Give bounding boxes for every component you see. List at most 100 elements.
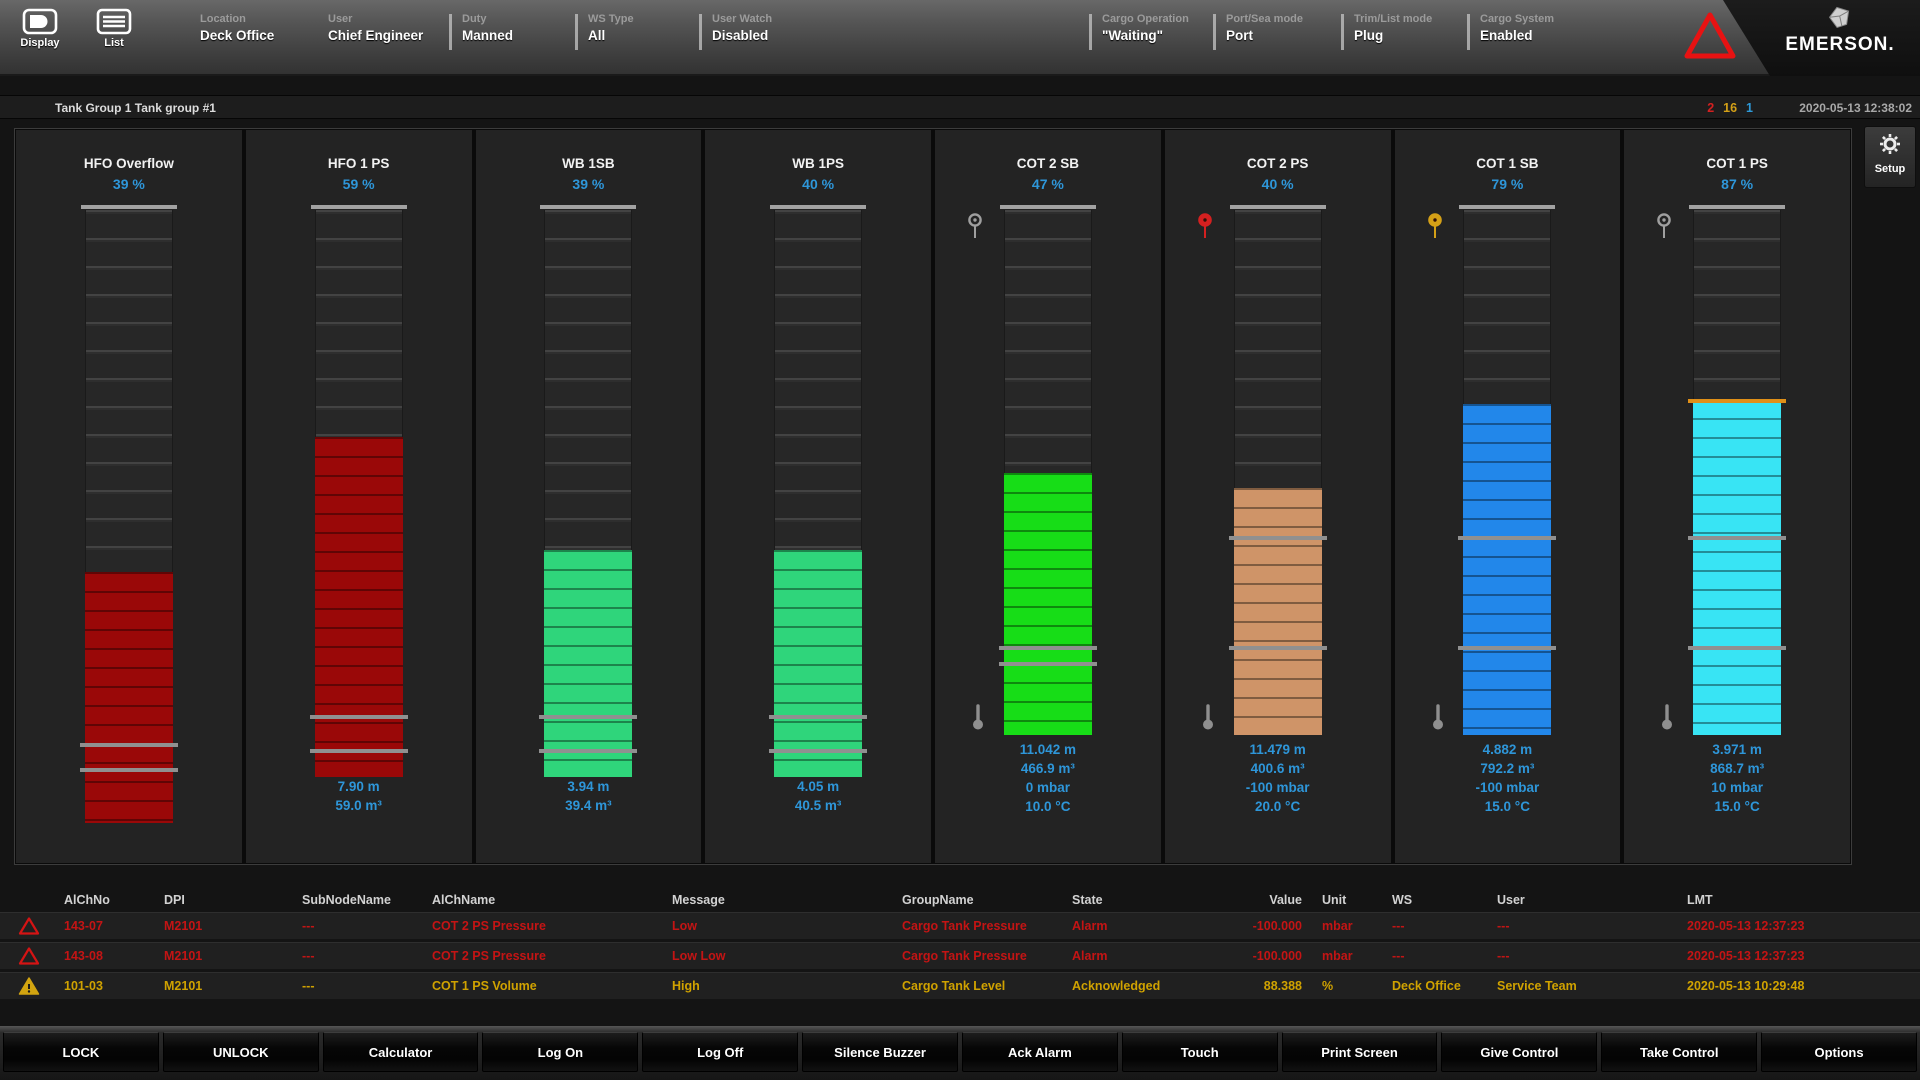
alarm-triangle-icon[interactable]: [1682, 10, 1738, 62]
list-button[interactable]: List: [86, 8, 142, 49]
value-pressure: -100 mbar: [1395, 778, 1621, 797]
value-volume: 59.0 m³: [246, 796, 472, 815]
gauge-track: [1004, 210, 1092, 735]
thermometer-icon: [1431, 703, 1445, 731]
tank-panel-wb-1sb[interactable]: WB 1SB 39 % 3.94 m 39.4 m³: [476, 130, 702, 863]
tank-percent: 87 %: [1624, 176, 1850, 192]
limit-marker: [80, 743, 178, 747]
top-bar: Display List Location Deck Office User C…: [0, 0, 1920, 76]
gauge-track: [85, 210, 173, 823]
limit-marker: [310, 715, 408, 719]
tank-values: 4.882 m 792.2 m³ -100 mbar 15.0 °C: [1395, 740, 1621, 816]
gauge-cap: [770, 205, 866, 209]
emerson-diamond-icon: [1824, 3, 1856, 32]
options-button[interactable]: Options: [1761, 1032, 1917, 1072]
limit-marker: [1229, 646, 1327, 650]
tank-percent: 47 %: [935, 176, 1161, 192]
field-ws-type: WS Type All: [588, 13, 634, 43]
display-button-label: Display: [12, 37, 68, 49]
gauge-cap: [1459, 205, 1555, 209]
tank-panel-wb-1ps[interactable]: WB 1PS 40 % 4.05 m 40.5 m³: [705, 130, 931, 863]
tank-area: HFO Overflow 39 % HFO 1 PS 59 % 7.90 m 5…: [14, 128, 1852, 865]
col-alchno: AlChNo: [58, 893, 158, 907]
field-trim-list-mode: Trim/List mode Plug: [1354, 13, 1432, 43]
limit-marker: [1458, 646, 1556, 650]
col-value: Value: [1221, 893, 1316, 907]
gauge-track: [1693, 210, 1781, 735]
value-volume: 40.5 m³: [705, 796, 931, 815]
alarm-count-acknowledged: 16: [1723, 101, 1737, 115]
lock-button[interactable]: LOCK: [3, 1032, 159, 1072]
list-icon: [86, 8, 142, 35]
gauge-fill: [1693, 399, 1781, 735]
gauge-track: [1234, 210, 1322, 735]
limit-marker: [769, 715, 867, 719]
field-port-sea-mode: Port/Sea mode Port: [1226, 13, 1303, 43]
value-pressure: 10 mbar: [1624, 778, 1850, 797]
touch-button[interactable]: Touch: [1122, 1032, 1278, 1072]
field-location: Location Deck Office: [200, 13, 274, 43]
value-pressure: 0 mbar: [935, 778, 1161, 797]
thermometer-icon: [1201, 703, 1215, 731]
tank-percent: 59 %: [246, 176, 472, 192]
gauge-fill: [85, 572, 173, 823]
tank-name: COT 2 SB: [935, 156, 1161, 171]
alarm-row[interactable]: 143-08 M2101 --- COT 2 PS Pressure Low L…: [0, 942, 1920, 969]
limit-marker: [539, 749, 637, 753]
tank-name: COT 1 PS: [1624, 156, 1850, 171]
list-button-label: List: [86, 37, 142, 49]
tank-name: HFO Overflow: [16, 156, 242, 171]
value-temperature: 15.0 °C: [1395, 797, 1621, 816]
col-message: Message: [666, 893, 896, 907]
gauge-track: [1463, 210, 1551, 735]
gauge-cap: [1689, 205, 1785, 209]
unlock-button[interactable]: UNLOCK: [163, 1032, 319, 1072]
gauge-cap: [1230, 205, 1326, 209]
calculator-button[interactable]: Calculator: [323, 1032, 479, 1072]
give-control-button[interactable]: Give Control: [1441, 1032, 1597, 1072]
col-alchname: AlChName: [426, 893, 666, 907]
limit-marker: [1229, 536, 1327, 540]
value-pressure: -100 mbar: [1165, 778, 1391, 797]
system-datetime: 2020-05-13 12:38:02: [1799, 101, 1912, 115]
tank-percent: 79 %: [1395, 176, 1621, 192]
emerson-logo: EMERSON.: [1774, 6, 1906, 56]
print-screen-button[interactable]: Print Screen: [1282, 1032, 1438, 1072]
tank-panel-cot-1-ps[interactable]: COT 1 PS 87 % 3.971 m 868.7 m³ 10 mbar 1…: [1624, 130, 1850, 863]
alarm-row[interactable]: 143-07 M2101 --- COT 2 PS Pressure Low C…: [0, 912, 1920, 939]
tank-values: 3.94 m 39.4 m³: [476, 777, 702, 815]
field-user: User Chief Engineer: [328, 13, 423, 43]
limit-marker: [1688, 646, 1786, 650]
alarm-counters[interactable]: 2161: [1698, 101, 1753, 115]
col-groupname: GroupName: [896, 893, 1066, 907]
col-user: User: [1491, 893, 1681, 907]
limit-marker: [310, 749, 408, 753]
value-level: 7.90 m: [246, 777, 472, 796]
value-volume: 868.7 m³: [1624, 759, 1850, 778]
col-unit: Unit: [1316, 893, 1386, 907]
tank-panel-hfo-1-ps[interactable]: HFO 1 PS 59 % 7.90 m 59.0 m³: [246, 130, 472, 863]
alarm-table-header: AlChNo DPI SubNodeName AlChName Message …: [0, 888, 1920, 912]
tank-name: WB 1PS: [705, 156, 931, 171]
tank-name: COT 1 SB: [1395, 156, 1621, 171]
alarm-row[interactable]: 101-03 M2101 --- COT 1 PS Volume High Ca…: [0, 972, 1920, 999]
log-off-button[interactable]: Log Off: [642, 1032, 798, 1072]
take-control-button[interactable]: Take Control: [1601, 1032, 1757, 1072]
alarm-count-info: 1: [1746, 101, 1753, 115]
display-button[interactable]: Display: [12, 8, 68, 49]
tank-name: HFO 1 PS: [246, 156, 472, 171]
tank-panel-cot-1-sb[interactable]: COT 1 SB 79 % 4.882 m 792.2 m³ -100 mbar…: [1395, 130, 1621, 863]
tank-panel-hfo-overflow[interactable]: HFO Overflow 39 %: [16, 130, 242, 863]
alarm-pin-icon: [1197, 212, 1213, 240]
silence-buzzer-button[interactable]: Silence Buzzer: [802, 1032, 958, 1072]
tank-panel-cot-2-sb[interactable]: COT 2 SB 47 % 11.042 m 466.9 m³ 0 mbar 1…: [935, 130, 1161, 863]
setup-button[interactable]: Setup: [1864, 126, 1916, 188]
gauge-fill: [315, 437, 403, 777]
log-on-button[interactable]: Log On: [482, 1032, 638, 1072]
limit-marker: [539, 715, 637, 719]
col-lmt: LMT: [1681, 893, 1920, 907]
tank-panel-cot-2-ps[interactable]: COT 2 PS 40 % 11.479 m 400.6 m³ -100 mba…: [1165, 130, 1391, 863]
col-ws: WS: [1386, 893, 1491, 907]
ack-alarm-button[interactable]: Ack Alarm: [962, 1032, 1118, 1072]
value-level: 4.882 m: [1395, 740, 1621, 759]
